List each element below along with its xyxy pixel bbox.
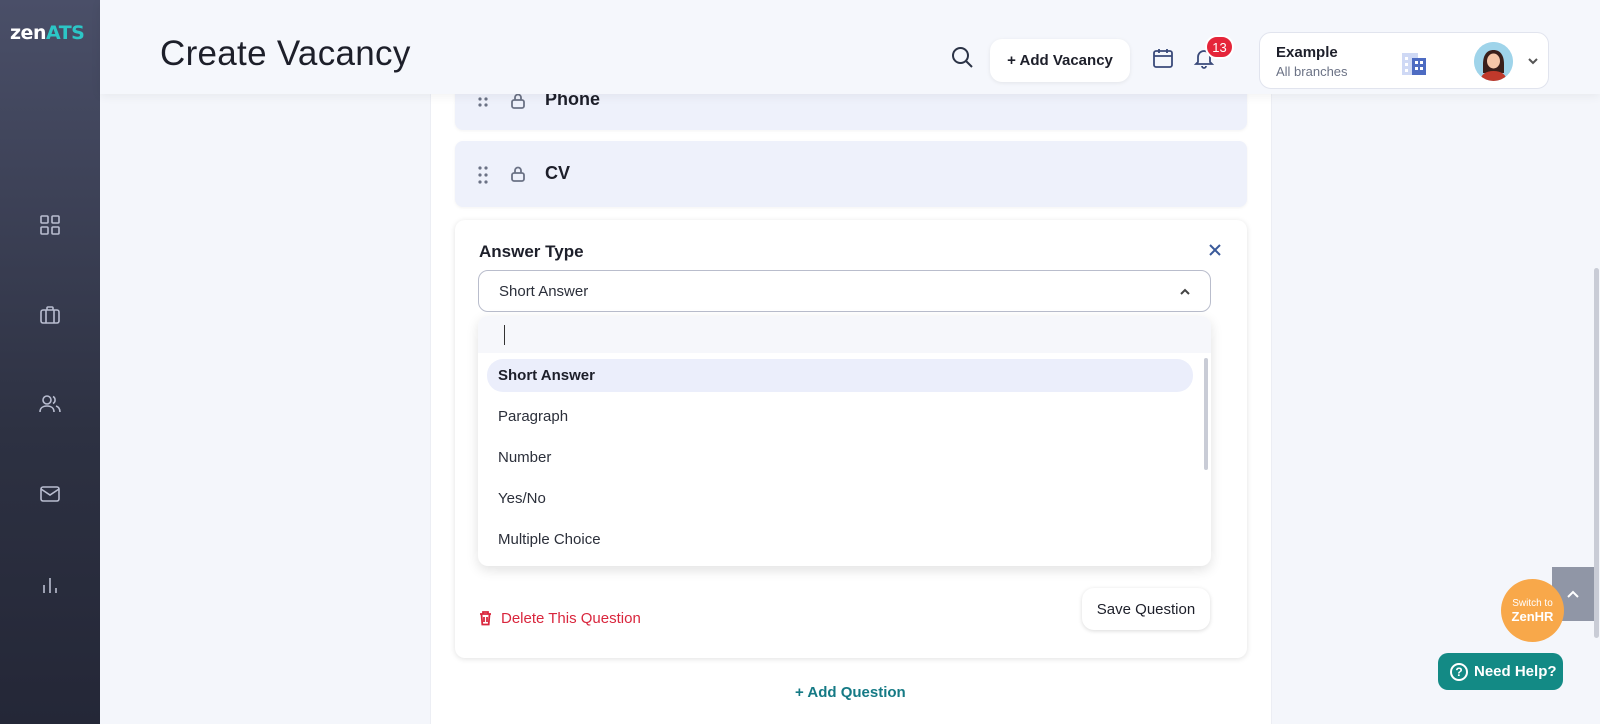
trash-icon bbox=[480, 611, 491, 626]
text-cursor bbox=[504, 325, 505, 345]
drag-handle-icon[interactable] bbox=[477, 94, 489, 114]
option-yes-no[interactable]: Yes/No bbox=[487, 482, 1193, 515]
dropdown-scrollbar[interactable] bbox=[1204, 358, 1208, 470]
notification-badge: 13 bbox=[1205, 35, 1234, 59]
page-title: Create Vacancy bbox=[160, 34, 411, 73]
option-multiple-choice[interactable]: Multiple Choice bbox=[487, 523, 1193, 556]
need-help-label: Need Help? bbox=[1474, 663, 1557, 680]
chevron-up-icon bbox=[1567, 590, 1579, 598]
briefcase-icon[interactable] bbox=[36, 301, 64, 329]
lock-icon bbox=[509, 165, 527, 183]
switch-to-zenhr-button[interactable]: Switch to ZenHR bbox=[1501, 579, 1564, 642]
option-paragraph[interactable]: Paragraph bbox=[487, 400, 1193, 433]
dashboard-icon[interactable] bbox=[36, 211, 64, 239]
need-help-button[interactable]: ? Need Help? bbox=[1438, 653, 1563, 690]
add-question-button[interactable]: + Add Question bbox=[795, 684, 906, 701]
save-question-button[interactable]: Save Question bbox=[1082, 588, 1210, 630]
chevron-up-icon[interactable] bbox=[1179, 285, 1193, 299]
chevron-down-icon[interactable] bbox=[1526, 54, 1540, 68]
account-switcher[interactable]: Example All branches bbox=[1259, 32, 1549, 89]
logo-main: zen bbox=[10, 22, 46, 44]
company-name: Example bbox=[1276, 44, 1338, 61]
answer-type-dropdown: Short Answer Paragraph Number Yes/No Mul… bbox=[478, 316, 1211, 566]
answer-type-selected-value: Short Answer bbox=[499, 283, 589, 300]
mail-icon[interactable] bbox=[36, 480, 64, 508]
app-logo[interactable]: zenATS bbox=[10, 22, 85, 44]
delete-question-label: Delete This Question bbox=[501, 609, 641, 627]
sidebar: zenATS bbox=[0, 0, 100, 724]
building-icon bbox=[1400, 49, 1428, 77]
lock-icon bbox=[509, 92, 527, 110]
field-row-cv[interactable]: CV bbox=[455, 141, 1247, 207]
field-label: CV bbox=[545, 163, 571, 183]
answer-type-select[interactable]: Short Answer bbox=[478, 270, 1211, 312]
drag-handle-icon[interactable] bbox=[477, 165, 489, 185]
option-number[interactable]: Number bbox=[487, 441, 1193, 474]
switch-big-label: ZenHR bbox=[1511, 608, 1554, 624]
branch-label: All branches bbox=[1276, 64, 1348, 79]
logo-accent: ATS bbox=[45, 22, 85, 44]
add-vacancy-button[interactable]: + Add Vacancy bbox=[990, 39, 1130, 82]
users-icon[interactable] bbox=[36, 390, 64, 418]
search-icon[interactable] bbox=[950, 45, 976, 71]
close-icon[interactable] bbox=[1207, 242, 1225, 260]
page-scrollbar-thumb[interactable] bbox=[1594, 268, 1599, 638]
dropdown-search-input[interactable] bbox=[478, 316, 1211, 353]
help-icon: ? bbox=[1450, 662, 1468, 681]
calendar-icon[interactable] bbox=[1151, 46, 1177, 72]
top-header: Create Vacancy + Add Vacancy 13 Example … bbox=[100, 0, 1600, 94]
switch-small-label: Switch to bbox=[1512, 597, 1553, 609]
delete-question-button[interactable]: Delete This Question bbox=[478, 606, 641, 630]
option-short-answer[interactable]: Short Answer bbox=[487, 359, 1193, 392]
answer-type-label: Answer Type bbox=[479, 242, 584, 261]
bar-chart-icon[interactable] bbox=[36, 571, 64, 599]
avatar[interactable] bbox=[1474, 42, 1513, 81]
